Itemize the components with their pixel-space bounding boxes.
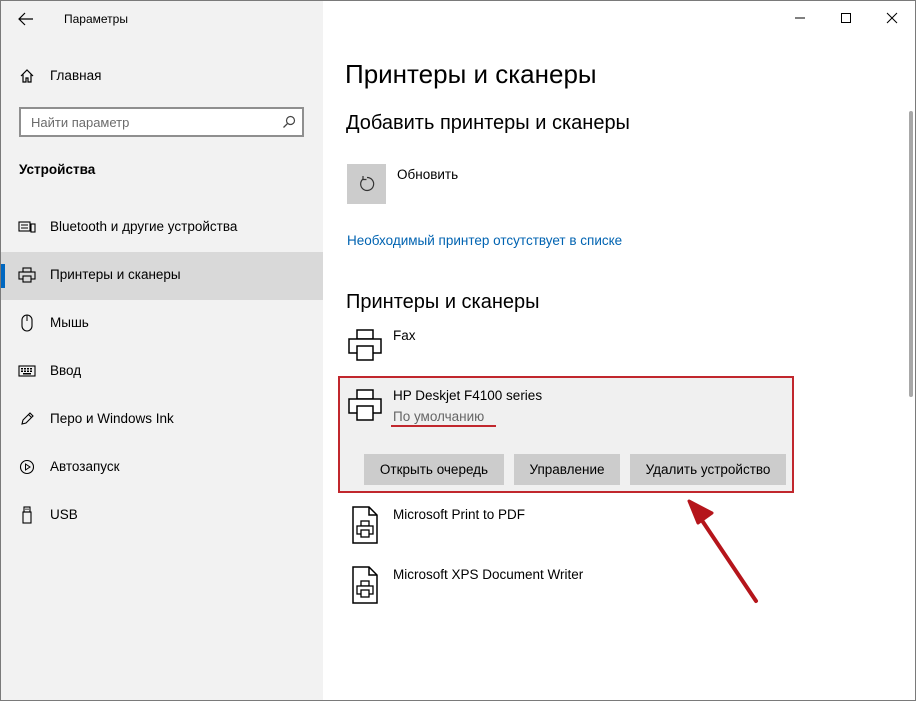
annotation-arrow [687,499,758,603]
settings-window: Главная Найти параметр Устройства Blueto… [0,0,916,701]
